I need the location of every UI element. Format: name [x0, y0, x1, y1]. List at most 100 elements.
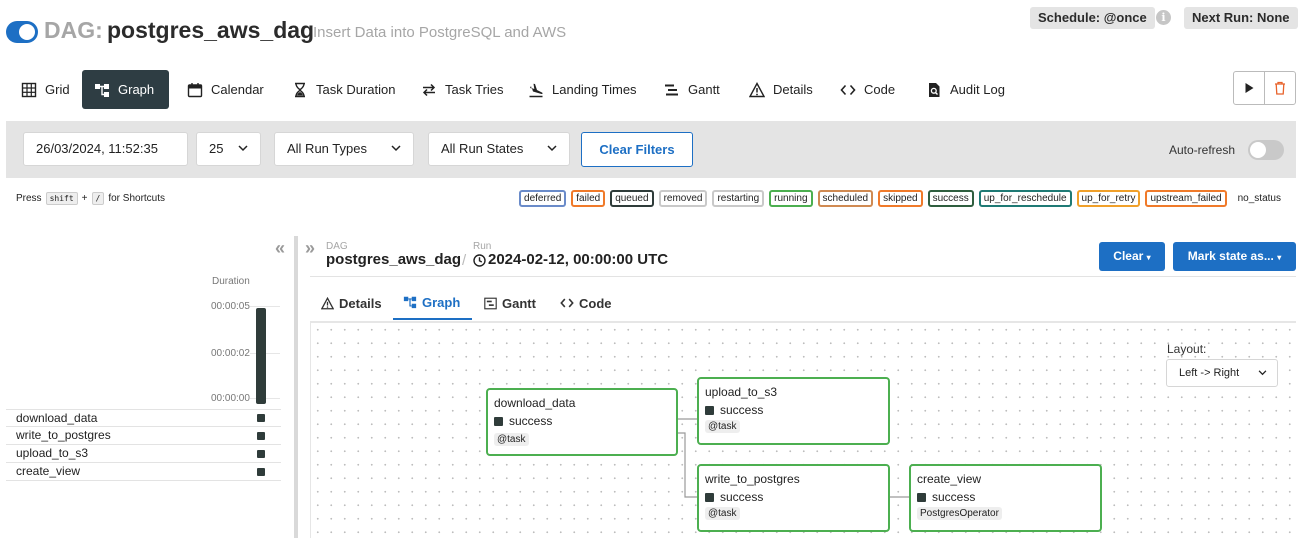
- clear-run-label: Clear: [1113, 249, 1144, 263]
- legend-state-scheduled[interactable]: scheduled: [817, 190, 874, 207]
- shortcuts-suffix: for Shortcuts: [108, 193, 166, 204]
- tab-audit-log-label: Audit Log: [950, 82, 1005, 97]
- task-row[interactable]: upload_to_s3: [6, 445, 281, 463]
- task-instance-cell[interactable]: [257, 450, 265, 458]
- caret-down-icon: ▾: [1277, 253, 1282, 262]
- legend-state-up-for-retry[interactable]: up_for_retry: [1076, 190, 1141, 207]
- task-node-state: success: [705, 403, 763, 417]
- legend-state-upstream-failed[interactable]: upstream_failed: [1145, 190, 1227, 207]
- landing-icon: [529, 83, 543, 97]
- chevron-down-icon: [391, 145, 401, 152]
- graph-icon: [403, 296, 417, 309]
- mark-state-button[interactable]: Mark state as... ▾: [1173, 242, 1296, 271]
- run-states-select[interactable]: All Run States: [428, 132, 570, 166]
- panel-resize-handle[interactable]: [294, 236, 298, 538]
- info-icon[interactable]: i: [1156, 10, 1171, 25]
- tab-code[interactable]: Code: [828, 70, 907, 109]
- shift-key: shift: [45, 192, 78, 205]
- legend-state-queued[interactable]: queued: [610, 190, 654, 207]
- state-square-icon: [705, 405, 714, 415]
- layout-value: Left -> Right: [1179, 367, 1240, 379]
- task-node-state-label: success: [509, 414, 553, 428]
- task-node-upload-to-s3[interactable]: upload_to_s3 success @task: [697, 377, 890, 445]
- dag-pause-toggle[interactable]: [6, 21, 38, 43]
- duration-tick: 00:00:02: [211, 348, 250, 359]
- tab-task-tries-label: Task Tries: [445, 82, 504, 97]
- task-instance-cell[interactable]: [257, 432, 265, 440]
- tab-details[interactable]: Details: [737, 70, 825, 109]
- run-duration-bar[interactable]: [256, 308, 266, 404]
- task-instance-cell[interactable]: [257, 414, 265, 422]
- audit-log-icon: [929, 82, 940, 97]
- legend-state-running[interactable]: running: [769, 190, 813, 207]
- tab-task-duration[interactable]: Task Duration: [280, 70, 407, 109]
- num-runs-select[interactable]: 25: [196, 132, 261, 166]
- layout-label: Layout:: [1167, 342, 1207, 356]
- delete-dag-button[interactable]: [1265, 72, 1295, 104]
- duration-label: Duration: [212, 276, 250, 287]
- run-types-select[interactable]: All Run Types: [274, 132, 414, 166]
- task-node-state-label: success: [720, 490, 764, 504]
- legend-state-deferred[interactable]: deferred: [519, 190, 567, 207]
- task-node-create-view[interactable]: create_view success PostgresOperator: [909, 464, 1102, 532]
- duration-tick: 00:00:00: [211, 393, 250, 404]
- breadcrumb-run[interactable]: 2024-02-12, 00:00:00 UTC: [488, 251, 668, 268]
- tab-calendar[interactable]: Calendar: [175, 70, 276, 109]
- detail-tab-code-label: Code: [579, 295, 612, 311]
- legend-state-removed[interactable]: removed: [658, 190, 708, 207]
- expand-details-icon[interactable]: »: [305, 238, 315, 259]
- detail-tab-gantt[interactable]: Gantt: [474, 286, 546, 320]
- tab-task-tries[interactable]: Task Tries: [409, 70, 516, 109]
- task-name: upload_to_s3: [16, 446, 89, 460]
- tab-gantt[interactable]: Gantt: [652, 70, 732, 109]
- detail-tab-graph[interactable]: Graph: [393, 286, 472, 320]
- dag-header: DAG: postgres_aws_dag Insert Data into P…: [0, 0, 1302, 60]
- retry-icon: [422, 83, 436, 96]
- detail-tab-details[interactable]: Details: [311, 286, 392, 320]
- state-square-icon: [917, 492, 926, 502]
- task-row[interactable]: write_to_postgres: [6, 427, 281, 445]
- tab-grid-label: Grid: [45, 82, 70, 97]
- clear-run-button[interactable]: Clear ▾: [1099, 242, 1165, 271]
- run-types-value: All Run Types: [287, 141, 367, 156]
- state-legend: deferred failed queued removed restarting run…: [519, 190, 1284, 207]
- legend-state-up-for-reschedule[interactable]: up_for_reschedule: [978, 190, 1072, 207]
- filter-bar: 26/03/2024, 11:52:35 25 All Run Types Al…: [6, 121, 1296, 178]
- legend-state-success[interactable]: success: [927, 190, 974, 207]
- dag-prefix: DAG:: [44, 17, 103, 43]
- collapse-grid-icon[interactable]: «: [275, 238, 285, 259]
- task-node-title: download_data: [494, 396, 576, 410]
- trash-icon: [1275, 81, 1285, 95]
- task-row[interactable]: create_view: [6, 463, 281, 481]
- task-node-operator: PostgresOperator: [917, 507, 1002, 520]
- breadcrumb-dag[interactable]: postgres_aws_dag: [326, 251, 461, 268]
- task-node-write-to-postgres[interactable]: write_to_postgres success @task: [697, 464, 890, 532]
- tab-landing-times[interactable]: Landing Times: [516, 70, 649, 109]
- chevron-down-icon: [238, 145, 248, 152]
- tab-grid[interactable]: Grid: [9, 70, 82, 109]
- tab-graph[interactable]: Graph: [82, 70, 169, 109]
- gantt-icon: [665, 84, 678, 95]
- trigger-dag-button[interactable]: [1234, 72, 1265, 104]
- legend-state-skipped[interactable]: skipped: [878, 190, 923, 207]
- clear-filters-button[interactable]: Clear Filters: [581, 132, 693, 167]
- duration-tick: 00:00:05: [211, 301, 250, 312]
- tab-graph-label: Graph: [118, 82, 155, 97]
- layout-select[interactable]: Left -> Right: [1166, 359, 1278, 387]
- graph-canvas[interactable]: download_data success @task upload_to_s3…: [310, 321, 1296, 538]
- auto-refresh-toggle[interactable]: [1248, 140, 1284, 160]
- legend-state-failed[interactable]: failed: [571, 190, 606, 207]
- tab-audit-log[interactable]: Audit Log: [914, 70, 1017, 109]
- legend-state-no-status[interactable]: no_status: [1232, 193, 1284, 204]
- task-node-download-data[interactable]: download_data success @task: [486, 388, 678, 456]
- tab-task-duration-label: Task Duration: [316, 82, 396, 97]
- base-date-input[interactable]: 26/03/2024, 11:52:35: [23, 132, 188, 166]
- detail-tab-code[interactable]: Code: [550, 286, 622, 320]
- slash-key: /: [91, 192, 105, 205]
- schedule-badge[interactable]: Schedule: @once: [1030, 7, 1155, 29]
- legend-state-restarting[interactable]: restarting: [712, 190, 765, 207]
- task-instance-cell[interactable]: [257, 468, 265, 476]
- task-node-state-label: success: [932, 490, 976, 504]
- task-row[interactable]: download_data: [6, 409, 281, 427]
- state-square-icon: [705, 492, 714, 502]
